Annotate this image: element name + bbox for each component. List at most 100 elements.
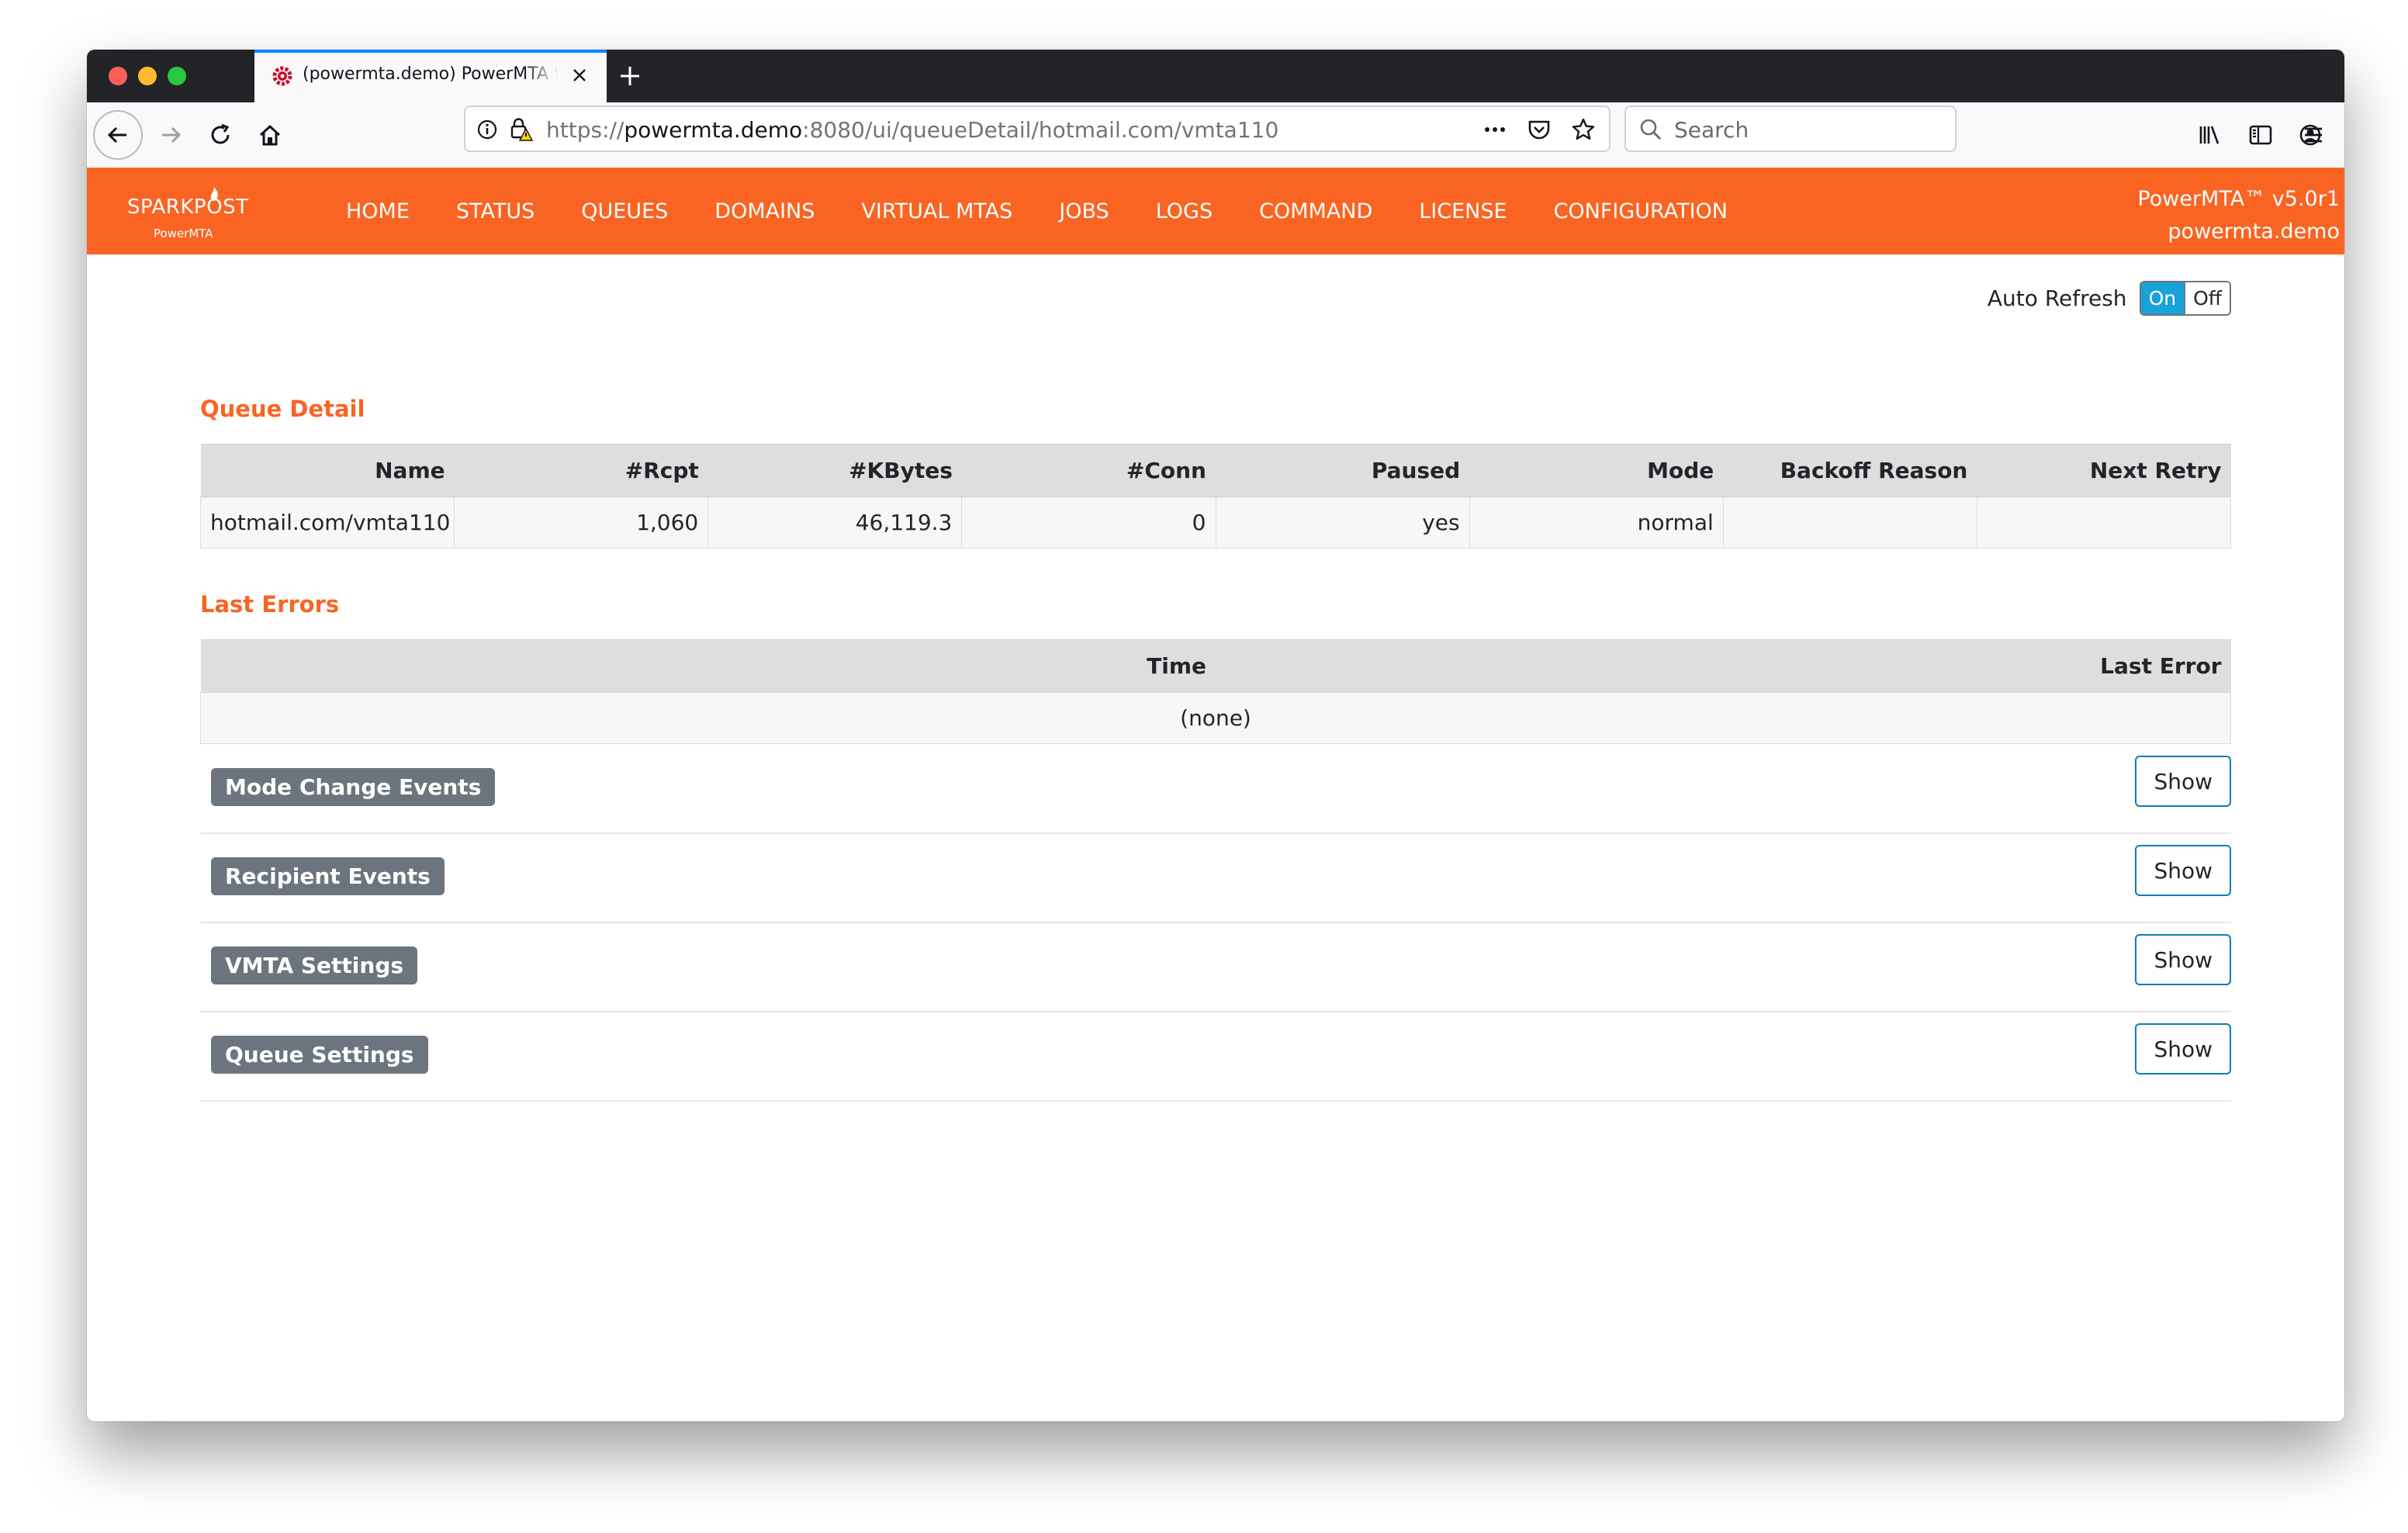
close-window-button[interactable] (109, 67, 127, 85)
tab-strip: (powermta.demo) PowerMTA Web Monitor (87, 50, 2344, 102)
last-errors-table: Time Last Error (none) (200, 639, 2231, 744)
search-placeholder: Search (1674, 117, 1749, 143)
address-bar[interactable]: https://powermta.demo:8080/ui/queueDetai… (464, 106, 1611, 152)
powermta-favicon-icon (272, 66, 292, 86)
col-conn[interactable]: #Conn (961, 444, 1216, 497)
nav-status[interactable]: STATUS (456, 199, 535, 223)
version-label: PowerMTA™ v5.0r1 (2137, 187, 2340, 211)
sidebar-icon (2249, 125, 2272, 145)
minimize-window-button[interactable] (138, 67, 157, 85)
nav-license[interactable]: LICENSE (1419, 199, 1507, 223)
mode-change-events-row: Mode Change Events Show (200, 745, 2231, 834)
cell-paused: yes (1215, 497, 1470, 548)
close-tab-icon[interactable] (568, 64, 591, 87)
col-rcpt[interactable]: #Rcpt (454, 444, 708, 497)
cell-next-retry (1976, 497, 2232, 548)
col-next-retry[interactable]: Next Retry (1977, 444, 2231, 497)
page-content: Auto Refresh On Off Queue Detail Name #R… (87, 254, 2344, 1421)
bookmark-star-icon[interactable] (1570, 116, 1597, 143)
vmta-settings-row: VMTA Settings Show (200, 923, 2231, 1012)
url-text[interactable]: https://powermta.demo:8080/ui/queueDetai… (546, 117, 1278, 143)
tab-title: (powermta.demo) PowerMTA Web Monitor (303, 64, 559, 84)
table-row: hotmail.com/vmta110 1,060 46,119.3 0 yes… (199, 497, 2232, 548)
main-nav: HOME STATUS QUEUES DOMAINS VIRTUAL MTAS … (346, 168, 1774, 254)
auto-refresh-label: Auto Refresh (1987, 285, 2127, 311)
cell-rcpt: 1,060 (454, 497, 709, 548)
queue-settings-show-button[interactable]: Show (2135, 1023, 2231, 1074)
vmta-settings-label: VMTA Settings (211, 946, 418, 985)
library-icon (2199, 126, 2219, 144)
mode-change-events-show-button[interactable]: Show (2135, 756, 2231, 807)
info-icon[interactable] (476, 119, 498, 140)
cell-name: hotmail.com/vmta110 (199, 497, 455, 548)
insecure-lock-icon[interactable] (507, 116, 534, 143)
col-name[interactable]: Name (200, 444, 455, 497)
col-backoff-reason[interactable]: Backoff Reason (1723, 444, 1977, 497)
arrow-left-icon (107, 126, 126, 144)
auto-refresh-off[interactable]: Off (2184, 282, 2230, 314)
reload-button[interactable] (195, 110, 245, 160)
auto-refresh-control: Auto Refresh On Off (1988, 281, 2231, 316)
reload-icon (211, 123, 230, 144)
queue-detail-header-row: Name #Rcpt #KBytes #Conn Paused Mode Bac… (200, 444, 2231, 497)
last-errors-header-row: Time Last Error (200, 639, 2231, 693)
home-button[interactable] (245, 110, 295, 160)
library-button[interactable] (2185, 110, 2234, 160)
flame-icon (210, 187, 218, 201)
sparkpost-logo[interactable]: SPARKPOST (127, 196, 248, 219)
search-bar[interactable]: Search (1624, 106, 1956, 152)
cell-conn: 0 (961, 497, 1216, 548)
page-actions-icon[interactable] (1482, 118, 1508, 141)
recipient-events-label: Recipient Events (211, 857, 445, 895)
url-path: :8080/ui/queueDetail/hotmail.com/vmta110 (802, 117, 1279, 143)
nav-jobs[interactable]: JOBS (1059, 199, 1109, 223)
menu-button[interactable] (2289, 110, 2338, 160)
url-host: powermta.demo (624, 117, 803, 143)
nav-virtual-mtas[interactable]: VIRTUAL MTAS (861, 199, 1012, 223)
home-icon (259, 124, 281, 146)
nav-domains[interactable]: DOMAINS (714, 199, 815, 223)
cell-mode: normal (1469, 497, 1724, 548)
col-kbytes[interactable]: #KBytes (708, 444, 962, 497)
forward-button[interactable] (146, 110, 195, 160)
last-errors-title: Last Errors (200, 591, 340, 618)
mode-change-events-label: Mode Change Events (211, 768, 496, 806)
auto-refresh-toggle[interactable]: On Off (2139, 281, 2231, 316)
logo-subtitle: PowerMTA (154, 227, 213, 241)
nav-home[interactable]: HOME (346, 199, 410, 223)
recipient-events-show-button[interactable]: Show (2135, 845, 2231, 896)
maximize-window-button[interactable] (168, 67, 186, 85)
nav-queues[interactable]: QUEUES (581, 199, 668, 223)
arrow-right-icon (162, 126, 182, 144)
cell-backoff-reason (1722, 497, 1977, 548)
search-icon (1640, 119, 1661, 140)
host-label: powermta.demo (2168, 220, 2340, 244)
cell-kbytes: 46,119.3 (708, 497, 963, 548)
nav-command[interactable]: COMMAND (1259, 199, 1372, 223)
version-info: PowerMTA™ v5.0r1 powermta.demo (2137, 183, 2340, 248)
queue-detail-table: Name #Rcpt #KBytes #Conn Paused Mode Bac… (199, 444, 2232, 548)
col-paused[interactable]: Paused (1216, 444, 1470, 497)
vmta-settings-show-button[interactable]: Show (2135, 934, 2231, 985)
col-mode[interactable]: Mode (1469, 444, 1724, 497)
nav-logs[interactable]: LOGS (1156, 199, 1213, 223)
new-tab-icon[interactable] (614, 61, 645, 92)
queue-settings-label: Queue Settings (211, 1036, 428, 1074)
sidebar-button[interactable] (2236, 110, 2285, 160)
url-scheme: https:// (546, 117, 624, 143)
hamburger-menu-icon (2305, 127, 2322, 143)
browser-tab[interactable]: (powermta.demo) PowerMTA Web Monitor (254, 50, 607, 102)
back-button[interactable] (93, 110, 143, 160)
queue-detail-title: Queue Detail (200, 396, 365, 422)
browser-window: (powermta.demo) PowerMTA Web Monitor (87, 50, 2344, 1421)
pocket-icon[interactable] (1527, 117, 1552, 142)
col-last-error[interactable]: Last Error (1216, 639, 2231, 693)
app-navbar: SPARKPOST PowerMTA HOME STATUS QUEUES DO… (87, 168, 2344, 254)
nav-configuration[interactable]: CONFIGURATION (1554, 199, 1728, 223)
col-time[interactable]: Time (200, 639, 1216, 693)
recipient-events-row: Recipient Events Show (200, 834, 2231, 923)
auto-refresh-on[interactable]: On (2140, 282, 2185, 314)
table-row: (none) (200, 692, 2231, 744)
queue-settings-row: Queue Settings Show (200, 1012, 2231, 1102)
empty-cell: (none) (200, 692, 2231, 744)
